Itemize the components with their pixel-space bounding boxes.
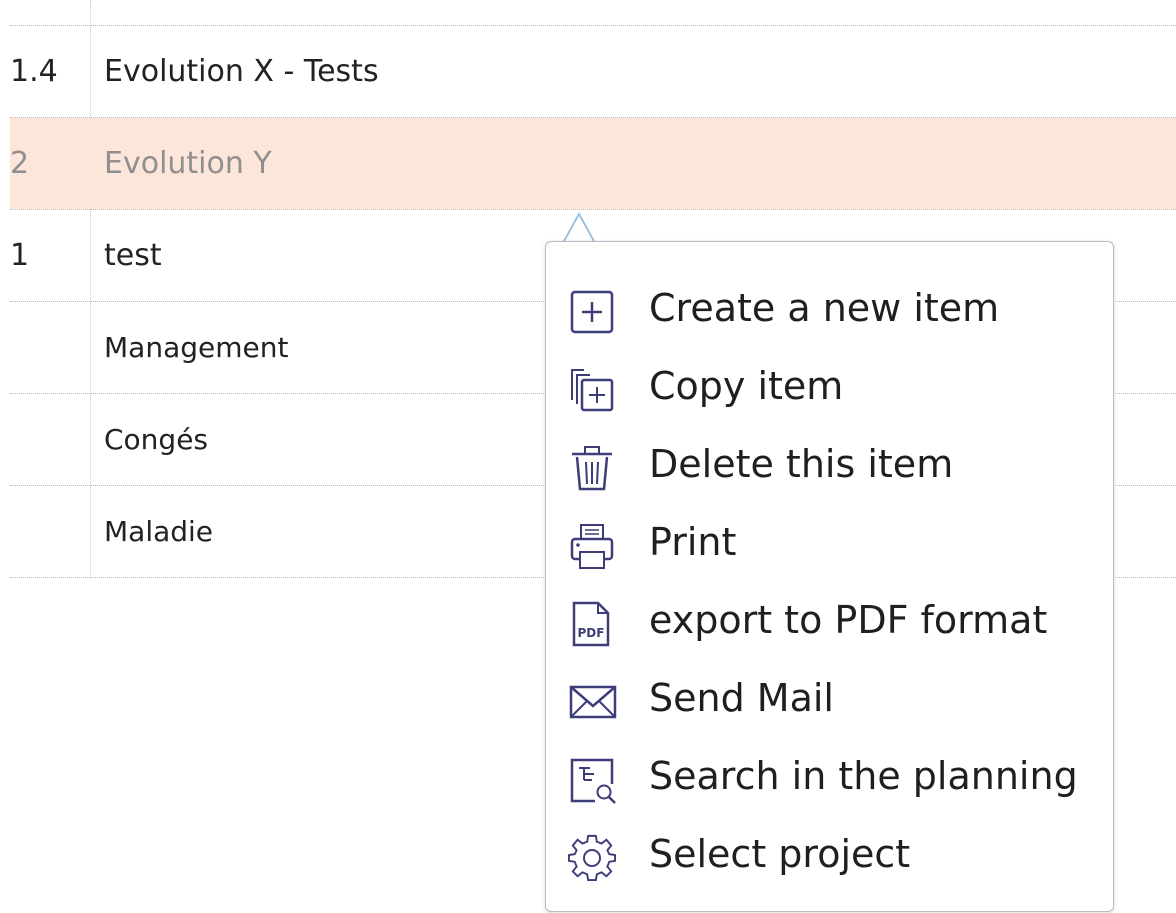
trash-icon bbox=[568, 444, 618, 494]
table-row[interactable]: 1.4 Evolution X - Tests bbox=[10, 26, 1176, 117]
row-name: Management bbox=[104, 331, 289, 364]
menu-item-label: Select project bbox=[649, 832, 911, 876]
menu-item-label: Delete this item bbox=[649, 442, 954, 486]
menu-item-label: export to PDF format bbox=[649, 598, 1048, 642]
menu-item-print[interactable]: Print bbox=[546, 503, 1113, 581]
menu-item-search-planning[interactable]: Search in the planning bbox=[546, 737, 1113, 815]
menu-item-copy-item[interactable]: Copy item bbox=[546, 347, 1113, 425]
menu-item-label: Create a new item bbox=[649, 286, 1000, 330]
row-name: test bbox=[104, 238, 162, 273]
row-number: 2 bbox=[10, 146, 30, 181]
mail-icon bbox=[568, 678, 618, 728]
copy-icon bbox=[568, 366, 618, 416]
menu-item-create-new-item[interactable]: Create a new item bbox=[546, 269, 1113, 347]
menu-item-delete-item[interactable]: Delete this item bbox=[546, 425, 1113, 503]
row-number: 1.4 bbox=[10, 54, 58, 89]
table-row-selected[interactable]: 2 Evolution Y bbox=[10, 118, 1176, 209]
menu-item-export-pdf[interactable]: PDF export to PDF format bbox=[546, 581, 1113, 659]
plus-box-icon bbox=[568, 288, 618, 338]
gear-icon bbox=[568, 834, 618, 884]
menu-item-select-project[interactable]: Select project bbox=[546, 815, 1113, 893]
menu-item-label: Send Mail bbox=[649, 676, 834, 720]
planning-search-icon bbox=[568, 756, 618, 806]
svg-text:PDF: PDF bbox=[578, 626, 605, 640]
popup-arrow bbox=[562, 212, 596, 243]
context-menu: Create a new item Copy item Delete this … bbox=[545, 241, 1114, 912]
menu-item-label: Print bbox=[649, 520, 737, 564]
row-name: Maladie bbox=[104, 515, 214, 548]
menu-item-label: Search in the planning bbox=[649, 754, 1078, 798]
row-name: Evolution X - Tests bbox=[104, 54, 379, 89]
printer-icon bbox=[568, 522, 618, 572]
planning-view: 1.4 Evolution X - Tests 2 Evolution Y 1 … bbox=[0, 0, 1176, 913]
menu-item-label: Copy item bbox=[649, 364, 844, 408]
menu-item-send-mail[interactable]: Send Mail bbox=[546, 659, 1113, 737]
row-number: 1 bbox=[10, 238, 30, 273]
pdf-icon: PDF bbox=[568, 600, 618, 650]
row-name: Congés bbox=[104, 423, 209, 456]
row-name: Evolution Y bbox=[104, 146, 272, 181]
